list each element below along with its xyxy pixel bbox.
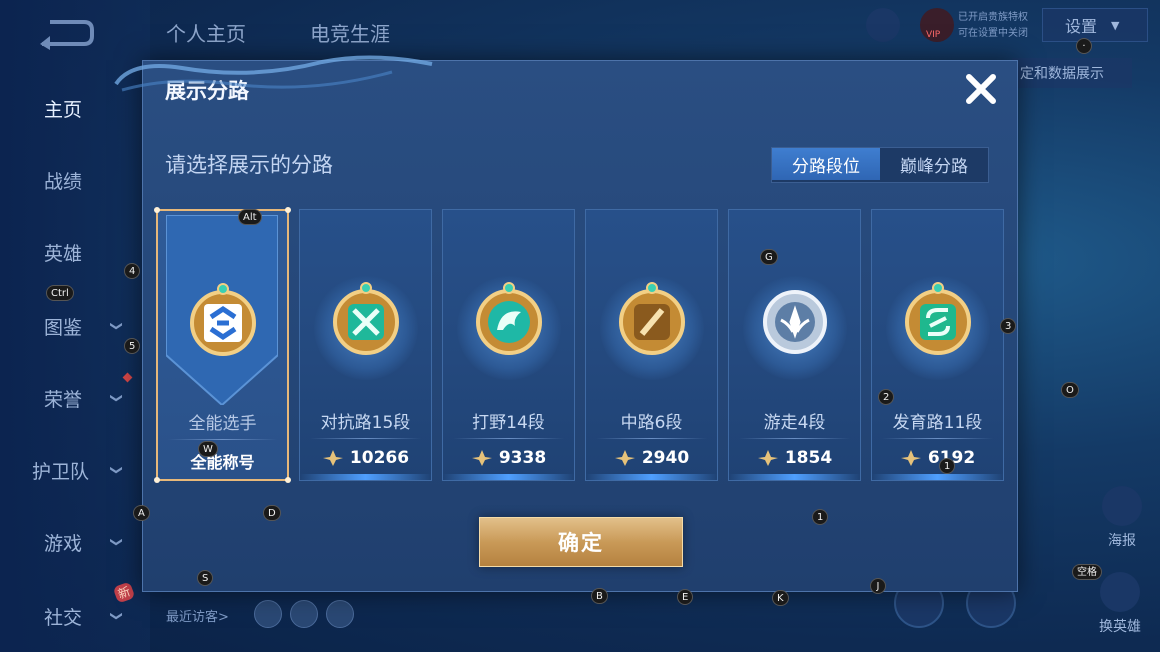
divider xyxy=(310,438,421,439)
divider xyxy=(453,438,564,439)
chevron-down-icon: ❯ xyxy=(110,320,125,332)
chevron-down-icon: ❯ xyxy=(110,392,125,404)
card-bottom-glow xyxy=(300,474,431,480)
key-hint-badge: K xyxy=(772,590,789,606)
lane-score: 10266 xyxy=(349,448,410,468)
lane-card[interactable]: 打野14段 9338 xyxy=(442,209,575,481)
key-hint-badge: Alt xyxy=(238,209,262,225)
lane-card[interactable]: 发育路11段 6192 xyxy=(871,209,1004,481)
lane-card[interactable]: 全能选手 全能称号 xyxy=(154,207,291,483)
sidebar-item-label: 游戏 xyxy=(44,532,83,555)
card-bottom-glow xyxy=(443,474,574,480)
switch-hero-icon xyxy=(1100,572,1140,612)
dialog-subtitle: 请选择展示的分路 xyxy=(165,153,333,177)
chevron-down-icon: ❯ xyxy=(110,610,125,622)
farm-lane-emblem-icon xyxy=(898,280,978,380)
confirm-button[interactable]: 确定 xyxy=(479,517,683,567)
jungle-emblem-icon xyxy=(469,280,549,380)
key-hint-badge: W xyxy=(198,441,218,457)
key-hint-badge: A xyxy=(133,505,150,521)
lane-name: 中路6段 xyxy=(620,413,683,433)
lane-card[interactable]: 对抗路15段 10266 xyxy=(299,209,432,481)
sidebar-item-label: 荣誉 xyxy=(44,388,83,411)
divider xyxy=(882,438,993,439)
visitor-avatar[interactable] xyxy=(326,600,354,628)
selection-corner xyxy=(285,207,291,213)
sidebar-item[interactable]: 游戏 ❯ xyxy=(0,522,150,562)
tab-lane-rank[interactable]: 分路段位 xyxy=(772,148,880,180)
sidebar-item[interactable]: 社交 ❯ xyxy=(0,596,150,636)
sidebar-item-label: 护卫队 xyxy=(32,460,90,483)
tab-peak-lane[interactable]: 巅峰分路 xyxy=(880,148,988,180)
dialog-title: 展示分路 xyxy=(165,79,249,103)
divider xyxy=(168,439,277,440)
sidebar-item-label: 主页 xyxy=(44,98,83,121)
data-display-setting[interactable]: 定和数据展示 xyxy=(1012,58,1132,88)
lane-points-icon xyxy=(322,450,343,466)
lane-score: 9338 xyxy=(498,448,547,468)
lane-points-icon xyxy=(471,450,492,466)
chevron-down-icon: ❯ xyxy=(110,464,125,476)
lane-card[interactable]: 游走4段 1854 xyxy=(728,209,861,481)
selection-corner xyxy=(285,477,291,483)
key-hint-badge: J xyxy=(870,578,886,594)
visitor-avatar[interactable] xyxy=(290,600,318,628)
card-bottom-glow xyxy=(586,474,717,480)
sidebar-item-label: 图鉴 xyxy=(44,316,83,339)
divider xyxy=(739,438,850,439)
key-hint-badge: D xyxy=(263,505,281,521)
tab-personal-home[interactable]: 个人主页 xyxy=(166,18,246,47)
switch-hero-button[interactable]: 换英雄 xyxy=(1090,572,1150,636)
lane-score: 2940 xyxy=(641,448,690,468)
sidebar-item-label: 战绩 xyxy=(44,170,83,193)
selection-corner xyxy=(154,207,160,213)
lane-name: 全能选手 xyxy=(188,414,257,434)
back-arrow-icon[interactable] xyxy=(36,16,96,50)
recent-visitors-link[interactable]: 最近访客> xyxy=(166,606,229,625)
settings-button[interactable]: 设置 ▼ xyxy=(1042,8,1148,42)
lane-type-toggle: 分路段位 巅峰分路 xyxy=(771,147,989,183)
lane-name: 发育路11段 xyxy=(892,413,983,433)
key-hint-badge: Ctrl xyxy=(46,285,74,301)
divider xyxy=(596,438,707,439)
lane-name: 打野14段 xyxy=(472,413,545,433)
lane-name: 游走4段 xyxy=(763,413,826,433)
visitor-avatar[interactable] xyxy=(254,600,282,628)
sidebar-item[interactable]: 护卫队 ❯ xyxy=(0,450,150,490)
vip-notice: 已开启贵族特权 可在设置中关闭 xyxy=(958,12,1028,39)
lane-name: 对抗路15段 xyxy=(320,413,411,433)
card-bottom-glow xyxy=(729,474,860,480)
lane-points-icon xyxy=(614,450,635,466)
all-round-emblem-icon xyxy=(183,281,263,381)
key-hint-badge: G xyxy=(760,249,778,265)
key-hint-badge: O xyxy=(1061,382,1079,398)
sidebar-item[interactable]: 主页 xyxy=(0,88,150,128)
mid-lane-emblem-icon xyxy=(612,280,692,380)
chevron-down-icon: ❯ xyxy=(110,536,125,548)
selection-corner xyxy=(154,477,160,483)
card-bottom-glow xyxy=(872,474,1003,480)
poster-button[interactable]: 海报 xyxy=(1092,486,1152,550)
chevron-down-icon: ▼ xyxy=(1111,18,1120,32)
close-icon[interactable] xyxy=(961,69,1001,109)
roam-emblem-icon xyxy=(755,280,835,380)
key-hint-badge: · xyxy=(1076,38,1092,54)
poster-icon xyxy=(1102,486,1142,526)
vip-label: VIP xyxy=(926,30,941,40)
sidebar-item[interactable]: 战绩 xyxy=(0,160,150,200)
sidebar-item-label: 英雄 xyxy=(44,242,83,265)
lane-points-icon xyxy=(757,450,778,466)
lane-score: 1854 xyxy=(784,448,833,468)
key-hint-badge: E xyxy=(677,589,694,605)
lane-points-icon xyxy=(900,450,921,466)
key-hint-badge: 空格 xyxy=(1072,564,1102,580)
tab-esports-career[interactable]: 电竞生涯 xyxy=(310,18,390,47)
clash-lane-emblem-icon xyxy=(326,280,406,380)
lane-card[interactable]: 中路6段 2940 xyxy=(585,209,718,481)
sidebar-item-label: 社交 xyxy=(44,606,83,629)
chat-icon[interactable] xyxy=(866,8,900,42)
key-hint-badge: B xyxy=(591,588,608,604)
sidebar-item[interactable]: 荣誉 ❯ xyxy=(0,378,150,418)
